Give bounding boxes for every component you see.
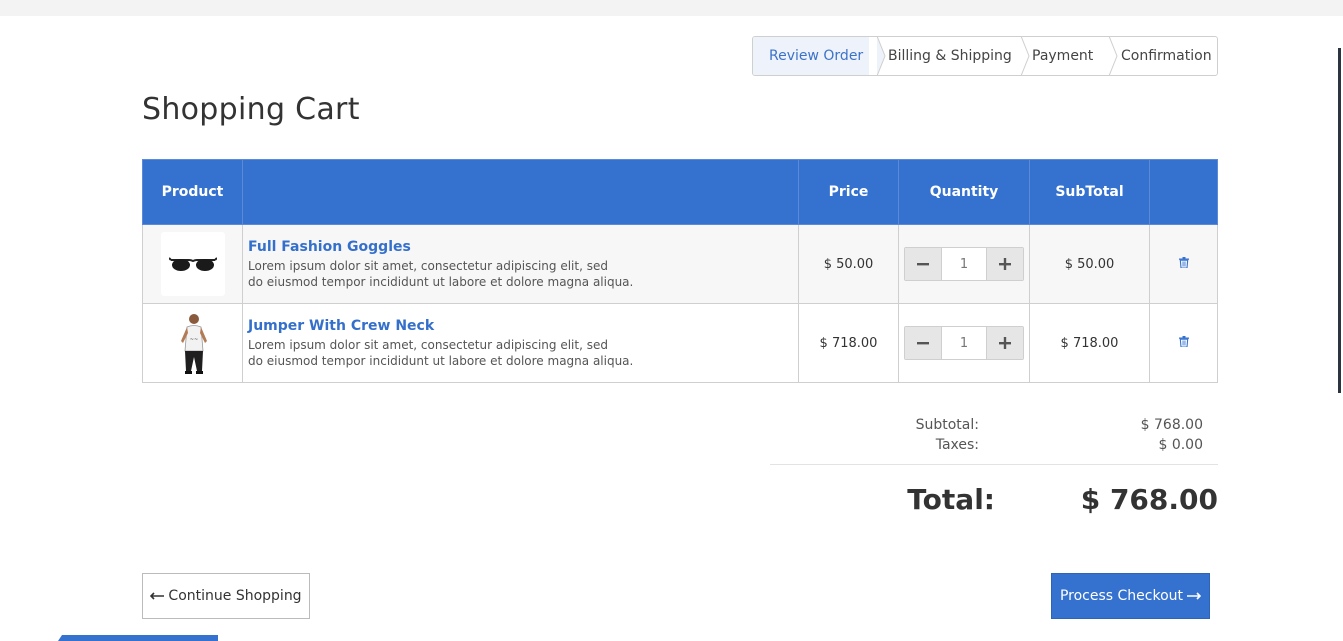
product-name-link[interactable]: Jumper With Crew Neck	[248, 318, 798, 334]
taxes-value: $ 0.00	[1158, 437, 1203, 453]
quantity-input[interactable]	[941, 248, 987, 280]
table-row: Full Fashion Goggles Lorem ipsum dolor s…	[142, 224, 1218, 304]
minus-icon	[917, 342, 929, 345]
header-quantity: Quantity	[898, 159, 1030, 225]
step-label: Review Order	[769, 48, 864, 64]
quantity-cell	[898, 303, 1030, 383]
price-cell: $ 50.00	[798, 224, 899, 304]
step-payment[interactable]: Payment	[1013, 37, 1118, 75]
continue-shopping-label: Continue Shopping	[168, 588, 302, 604]
cart-table: Product Price Quantity SubTotal Full Fas…	[142, 159, 1218, 383]
svg-text:~~: ~~	[189, 337, 197, 343]
header-actions	[1149, 159, 1218, 225]
step-billing-shipping[interactable]: Billing & Shipping	[869, 37, 1030, 75]
header-product: Product	[142, 159, 243, 225]
price-cell: $ 718.00	[798, 303, 899, 383]
increase-button[interactable]	[987, 248, 1023, 280]
header-subtotal: SubTotal	[1029, 159, 1150, 225]
scrollbar-edge[interactable]	[1338, 48, 1341, 393]
top-bar	[0, 0, 1343, 16]
taxes-label: Taxes:	[935, 437, 979, 453]
process-checkout-button[interactable]: Process Checkout	[1051, 573, 1210, 619]
product-name-link[interactable]: Full Fashion Goggles	[248, 239, 798, 255]
subtotal-cell: $ 718.00	[1029, 303, 1150, 383]
sunglasses-icon[interactable]	[160, 232, 225, 296]
product-description-cell: Jumper With Crew Neck Lorem ipsum dolor …	[242, 303, 799, 383]
quantity-stepper	[904, 326, 1024, 360]
product-description: do eiusmod tempor incididunt ut labore e…	[248, 353, 634, 368]
subtotal-value: $ 768.00	[1140, 417, 1203, 433]
step-review-order[interactable]: Review Order	[753, 37, 886, 75]
arrow-right-icon	[1187, 592, 1202, 600]
bottom-tab[interactable]	[62, 635, 218, 641]
quantity-cell	[898, 224, 1030, 304]
product-description: Lorem ipsum dolor sit amet, consectetur …	[248, 258, 608, 273]
header-price: Price	[798, 159, 899, 225]
quantity-input[interactable]	[941, 327, 987, 359]
quantity-stepper	[904, 247, 1024, 281]
trash-icon[interactable]	[1177, 256, 1191, 270]
step-label: Billing & Shipping	[888, 48, 1012, 64]
arrow-left-icon	[150, 592, 165, 600]
total-value: $ 768.00	[1080, 483, 1218, 516]
tank-top-model-icon[interactable]: ~~	[168, 310, 217, 376]
product-image-cell	[142, 224, 243, 304]
plus-icon	[999, 337, 1011, 349]
increase-button[interactable]	[987, 327, 1023, 359]
delete-cell	[1149, 303, 1218, 383]
step-label: Confirmation	[1121, 48, 1212, 64]
minus-icon	[917, 263, 929, 266]
subtotal-label: Subtotal:	[915, 417, 979, 433]
decrease-button[interactable]	[905, 248, 941, 280]
product-description-cell: Full Fashion Goggles Lorem ipsum dolor s…	[242, 224, 799, 304]
table-row: ~~ Jumper With Crew Neck Lorem ipsum dol…	[142, 303, 1218, 383]
continue-shopping-button[interactable]: Continue Shopping	[142, 573, 310, 619]
step-label: Payment	[1032, 48, 1094, 64]
total-label: Total:	[907, 483, 995, 516]
plus-icon	[999, 258, 1011, 270]
table-header-row: Product Price Quantity SubTotal	[142, 159, 1218, 225]
subtotal-cell: $ 50.00	[1029, 224, 1150, 304]
page-title: Shopping Cart	[142, 92, 360, 127]
product-description: Lorem ipsum dolor sit amet, consectetur …	[248, 337, 608, 352]
checkout-steps: Review Order Billing & Shipping Payment …	[752, 36, 1218, 76]
decrease-button[interactable]	[905, 327, 941, 359]
delete-cell	[1149, 224, 1218, 304]
summary-divider	[770, 464, 1218, 465]
product-description: do eiusmod tempor incididunt ut labore e…	[248, 274, 634, 289]
process-checkout-label: Process Checkout	[1059, 588, 1184, 604]
header-description	[242, 159, 799, 225]
trash-icon[interactable]	[1177, 335, 1191, 349]
product-image-cell: ~~	[142, 303, 243, 383]
step-confirmation[interactable]: Confirmation	[1101, 37, 1217, 75]
